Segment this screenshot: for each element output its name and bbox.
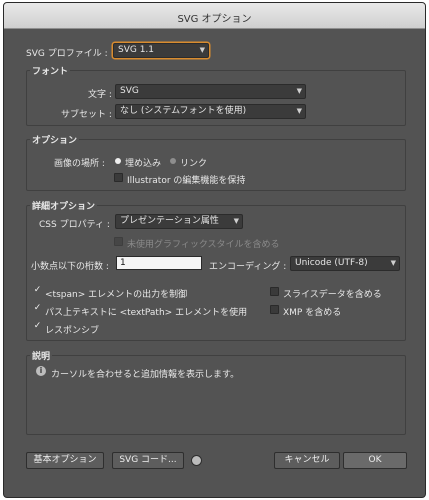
chevron-down-icon: ▼ xyxy=(296,87,302,95)
encoding-value: Unicode (UTF-8) xyxy=(295,258,368,268)
description-group-title: 説明 xyxy=(30,349,53,362)
xmp-checkbox[interactable] xyxy=(270,305,279,314)
encoding-label: エンコーディング : xyxy=(209,262,287,272)
slice-label: スライスデータを含める xyxy=(283,290,382,300)
embed-label: 埋め込み xyxy=(125,159,162,169)
textpath-label: パス上テキストに <textPath> エレメントを使用 xyxy=(45,308,248,318)
char-select[interactable]: SVG ▼ xyxy=(115,84,306,99)
char-label: 文字 : xyxy=(88,90,112,100)
preserve-checkbox[interactable] xyxy=(114,173,123,182)
textpath-checkbox[interactable]: ✓ xyxy=(33,304,42,314)
responsive-label: レスポンシブ xyxy=(45,326,100,336)
encoding-select[interactable]: Unicode (UTF-8) ▼ xyxy=(290,256,400,271)
ok-button[interactable]: OK xyxy=(343,452,407,469)
char-value: SVG xyxy=(120,86,139,96)
subset-label: サブセット : xyxy=(61,110,112,120)
globe-icon[interactable] xyxy=(191,455,202,466)
link-radio[interactable] xyxy=(170,158,176,164)
responsive-checkbox[interactable]: ✓ xyxy=(33,322,42,332)
advanced-group-title: 詳細オプション xyxy=(30,199,98,212)
slice-checkbox[interactable] xyxy=(270,287,279,296)
image-location-label: 画像の場所 : xyxy=(54,159,105,169)
preserve-label: Illustrator の編集機能を保持 xyxy=(127,176,246,186)
font-group-title: フォント xyxy=(30,64,71,77)
profile-label: SVG プロファイル : xyxy=(26,49,108,59)
description-text: カーソルを合わせると追加情報を表示します。 xyxy=(51,370,240,380)
unused-styles-label: 未使用グラフィックスタイルを含める xyxy=(127,240,280,250)
info-icon: i xyxy=(36,366,46,376)
tspan-label: <tspan> エレメントの出力を制御 xyxy=(45,290,188,300)
embed-radio[interactable] xyxy=(115,158,121,164)
css-value: プレゼンテーション属性 xyxy=(120,216,219,226)
link-label: リンク xyxy=(180,159,208,169)
title-bar[interactable]: SVG オプション xyxy=(4,3,425,29)
chevron-down-icon: ▼ xyxy=(296,107,302,115)
decimal-input[interactable]: 1 xyxy=(116,256,202,270)
basic-options-button[interactable]: 基本オプション xyxy=(26,452,104,469)
decimal-label: 小数点以下の桁数 : xyxy=(31,262,109,272)
chevron-down-icon: ▼ xyxy=(390,259,396,267)
svg-code-button[interactable]: SVG コード... xyxy=(112,452,184,469)
subset-select[interactable]: なし (システムフォントを使用) ▼ xyxy=(115,104,306,119)
subset-value: なし (システムフォントを使用) xyxy=(120,106,247,116)
xmp-label: XMP を含める xyxy=(283,308,342,318)
css-select[interactable]: プレゼンテーション属性 ▼ xyxy=(115,214,243,229)
svg-options-dialog: SVG オプション SVG プロファイル : SVG 1.1 ▼ フォント 文字… xyxy=(3,2,426,498)
cancel-button[interactable]: キャンセル xyxy=(274,452,340,469)
dialog-title: SVG オプション xyxy=(177,14,252,25)
chevron-down-icon: ▼ xyxy=(233,217,239,225)
profile-value: SVG 1.1 xyxy=(118,45,155,55)
css-label: CSS プロパティ : xyxy=(39,220,110,230)
profile-select[interactable]: SVG 1.1 ▼ xyxy=(113,43,209,58)
chevron-down-icon: ▼ xyxy=(199,46,205,54)
tspan-checkbox[interactable]: ✓ xyxy=(33,286,42,296)
options-group-title: オプション xyxy=(30,133,80,146)
unused-styles-checkbox[interactable] xyxy=(114,237,123,246)
